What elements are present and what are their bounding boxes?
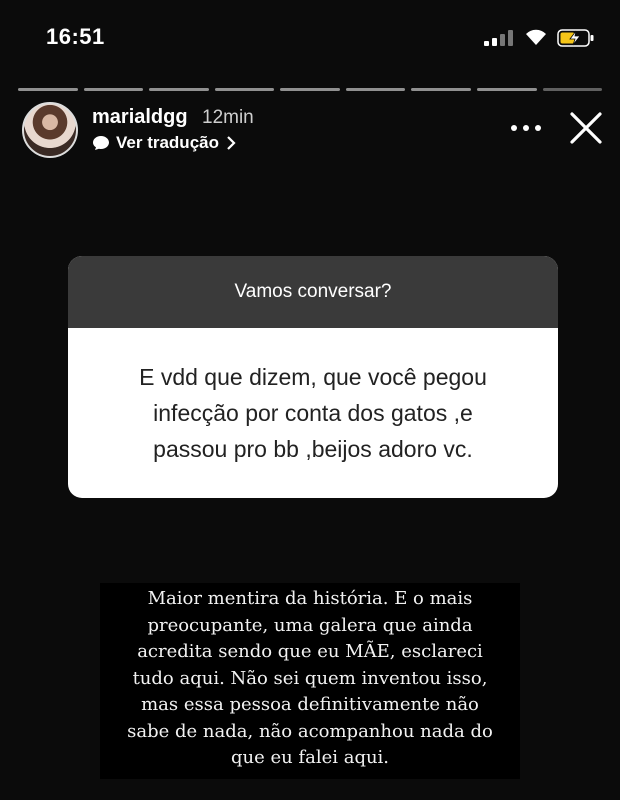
translate-label: Ver tradução <box>116 133 219 152</box>
answer-line: preocupante, uma galera que ainda <box>147 614 473 636</box>
username[interactable]: marialdgg <box>92 106 188 129</box>
story-progress-bar <box>18 88 603 91</box>
answer-line: acredita sendo que eu MÃE, esclareci <box>137 641 483 662</box>
question-line: E vdd que dizem, que você pegou <box>139 364 487 390</box>
story-progress-segment <box>214 88 275 91</box>
answer-line: tudo aqui. Não sei quem inventou isso, <box>132 667 488 689</box>
wifi-icon <box>526 29 546 45</box>
story-progress-segment <box>411 88 471 91</box>
question-sticker: Vamos conversar? E vdd que dizem, que vo… <box>68 256 558 498</box>
avatar[interactable] <box>22 102 78 158</box>
question-header: Vamos conversar? <box>68 256 558 328</box>
chevron-right-icon <box>227 136 236 150</box>
story-progress-segment <box>83 88 144 91</box>
answer-line: sabe de nada, não acompanhou nada do <box>127 720 493 742</box>
story-progress-segment <box>345 88 406 91</box>
story-progress-segment <box>280 88 340 91</box>
story-progress-segment <box>476 88 537 91</box>
signal-icon <box>484 30 514 46</box>
story-time-ago: 12min <box>202 107 254 128</box>
speech-bubble-icon <box>93 136 109 150</box>
answer-line: que eu falei aqui. <box>230 747 390 768</box>
story-progress-segment <box>149 88 209 91</box>
answer-line: Maior mentira da história. E o mais <box>147 588 473 609</box>
story-header: marialdgg 12min Ver tradução <box>18 100 602 160</box>
question-text: E vdd que dizem, que você pegou infecção… <box>68 328 558 498</box>
translate-link[interactable]: Ver tradução <box>92 133 237 153</box>
answer-line: mas essa pessoa definitivamente não <box>141 694 479 715</box>
status-bar: 16:51 <box>0 0 620 70</box>
question-line: passou pro bb ,beijos adoro vc. <box>153 436 473 462</box>
question-line: infecção por conta dos gatos ,e <box>153 400 473 426</box>
story-progress-segment <box>542 88 603 91</box>
close-icon[interactable] <box>568 110 604 146</box>
story-progress-segment <box>18 88 78 91</box>
battery-charging-icon <box>557 29 594 47</box>
more-options-icon[interactable] <box>508 116 544 140</box>
status-time: 16:51 <box>46 24 105 49</box>
answer-text: Maior mentira da história. E o mais preo… <box>100 583 520 779</box>
